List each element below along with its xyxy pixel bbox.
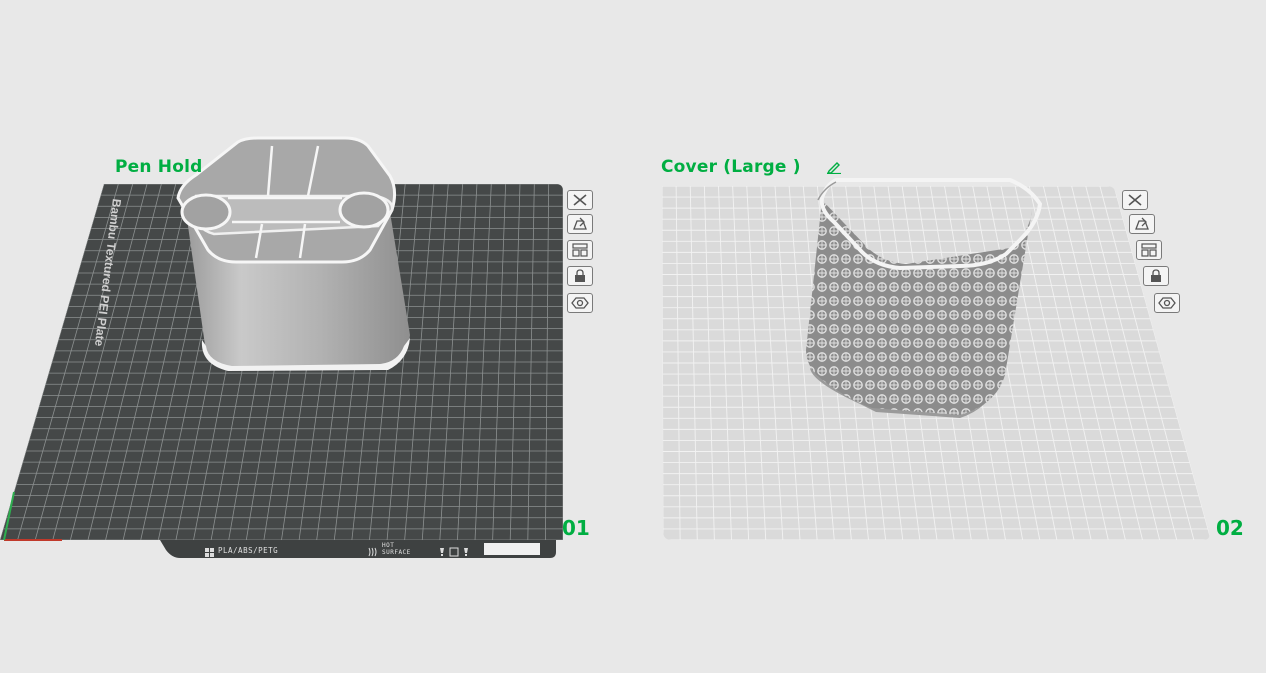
surface-warning-icons bbox=[438, 544, 474, 557]
plate-02-settings-button[interactable] bbox=[1154, 293, 1180, 313]
hot-label: HOT bbox=[382, 542, 395, 549]
plate-01-close-button[interactable] bbox=[567, 190, 593, 210]
plate-01-orient-button[interactable] bbox=[567, 214, 593, 234]
close-icon bbox=[573, 194, 587, 206]
plate-01-arrange-button[interactable] bbox=[567, 240, 593, 260]
plate-01-lock-button[interactable] bbox=[567, 266, 593, 286]
filament-types-label: PLA/ABS/PETG bbox=[218, 546, 279, 555]
pencil-icon bbox=[826, 162, 841, 175]
filament-grid-icon bbox=[205, 545, 215, 557]
plate-02-lock-button[interactable] bbox=[1143, 266, 1169, 286]
lock-icon bbox=[1151, 269, 1161, 282]
plate-02-number[interactable]: 02 bbox=[1216, 516, 1244, 540]
heat-icon bbox=[368, 544, 377, 557]
settings-icon bbox=[1158, 297, 1176, 309]
plate-02-close-button[interactable] bbox=[1122, 190, 1148, 210]
plate-02-orient-button[interactable] bbox=[1129, 214, 1155, 234]
close-icon bbox=[1128, 194, 1142, 206]
plate-tab-swatch bbox=[484, 543, 540, 555]
edit-name-button[interactable] bbox=[826, 160, 842, 175]
orient-icon bbox=[1135, 217, 1149, 230]
plate-01-number[interactable]: 01 bbox=[562, 516, 590, 540]
orient-icon bbox=[573, 217, 587, 230]
pen-holder-model[interactable] bbox=[176, 136, 410, 371]
plate-01-settings-button[interactable] bbox=[567, 293, 593, 313]
plate-02-arrange-button[interactable] bbox=[1136, 240, 1162, 260]
arrange-icon bbox=[572, 243, 588, 257]
plate-01-title[interactable]: Pen Hold bbox=[115, 157, 203, 177]
lock-icon bbox=[575, 269, 585, 282]
plate-02-title[interactable]: Cover (Large ) bbox=[661, 157, 801, 177]
settings-icon bbox=[571, 297, 589, 309]
surface-label: SURFACE bbox=[382, 549, 411, 556]
build-plates-scene bbox=[0, 136, 1210, 558]
arrange-icon bbox=[1141, 243, 1157, 257]
